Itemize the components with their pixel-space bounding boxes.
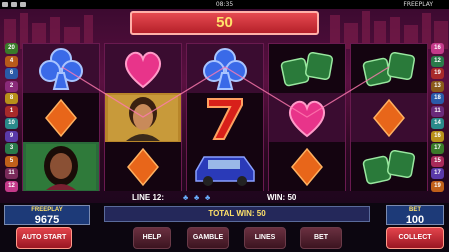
line-number[interactable]: 10 — [5, 118, 18, 129]
bet-label: BET — [409, 207, 421, 213]
bet-value: 100 — [405, 214, 425, 226]
line-number[interactable]: 11 — [431, 105, 444, 117]
freeplay-indicator: FREEPLAY — [403, 1, 433, 8]
help-button[interactable]: HELP — [133, 227, 171, 249]
credit-panel: FREEPLAY 9675 — [4, 205, 90, 226]
collect-button[interactable]: COLLECT — [386, 227, 444, 249]
credit-value: 9675 — [34, 214, 60, 226]
line-number[interactable]: 5 — [5, 155, 18, 167]
lines-button[interactable]: LINES — [244, 227, 286, 249]
line-number[interactable]: 12 — [431, 55, 444, 67]
line-number[interactable]: 16 — [431, 43, 444, 54]
right-line-indicators: 16 12 19 13 18 11 14 16 17 15 17 19 — [431, 43, 445, 193]
win-banner: 50 — [130, 11, 319, 35]
line-number[interactable]: 4 — [5, 55, 18, 67]
clubs-icon: ♣ — [205, 193, 211, 202]
system-status-bar: 08:35 FREEPLAY — [0, 0, 449, 9]
left-line-indicators: 20 4 6 2 8 1 10 9 3 5 11 12 — [5, 43, 19, 193]
win-line — [61, 66, 390, 118]
line-number[interactable]: 14 — [431, 118, 444, 129]
total-win: TOTAL WIN: 50 — [104, 206, 370, 222]
line-number[interactable]: 11 — [5, 168, 18, 179]
line-number[interactable]: 16 — [431, 130, 444, 142]
clubs-icon: ♣ — [194, 193, 200, 202]
line-number[interactable]: 3 — [5, 143, 18, 154]
bet-button[interactable]: BET — [300, 227, 342, 249]
line-number[interactable]: 17 — [431, 143, 444, 154]
line-number[interactable]: 2 — [5, 80, 18, 92]
line-number[interactable]: 13 — [431, 80, 444, 92]
line-number[interactable]: 17 — [431, 168, 444, 179]
clock: 08:35 — [215, 1, 234, 8]
line-number[interactable]: 9 — [5, 130, 18, 142]
bet-panel: BET 100 — [386, 205, 444, 226]
line-number[interactable]: 19 — [431, 180, 444, 192]
line-number[interactable]: 20 — [5, 43, 18, 54]
line-number[interactable]: 15 — [431, 155, 444, 167]
autostart-button[interactable]: AUTO START — [16, 227, 72, 249]
gamble-button[interactable]: GAMBLE — [187, 227, 229, 249]
clubs-icon: ♣ — [183, 193, 189, 202]
line-label: LINE 12: — [132, 193, 165, 202]
line-number[interactable]: 6 — [5, 68, 18, 79]
line-number[interactable]: 18 — [431, 93, 444, 104]
line-number[interactable]: 12 — [5, 180, 18, 192]
line-number[interactable]: 8 — [5, 93, 18, 104]
line-number[interactable]: 1 — [5, 105, 18, 117]
credit-label: FREEPLAY — [31, 207, 63, 213]
reel-grid — [22, 43, 428, 191]
line-win: WIN: 50 — [267, 193, 297, 202]
line-number[interactable]: 19 — [431, 68, 444, 79]
